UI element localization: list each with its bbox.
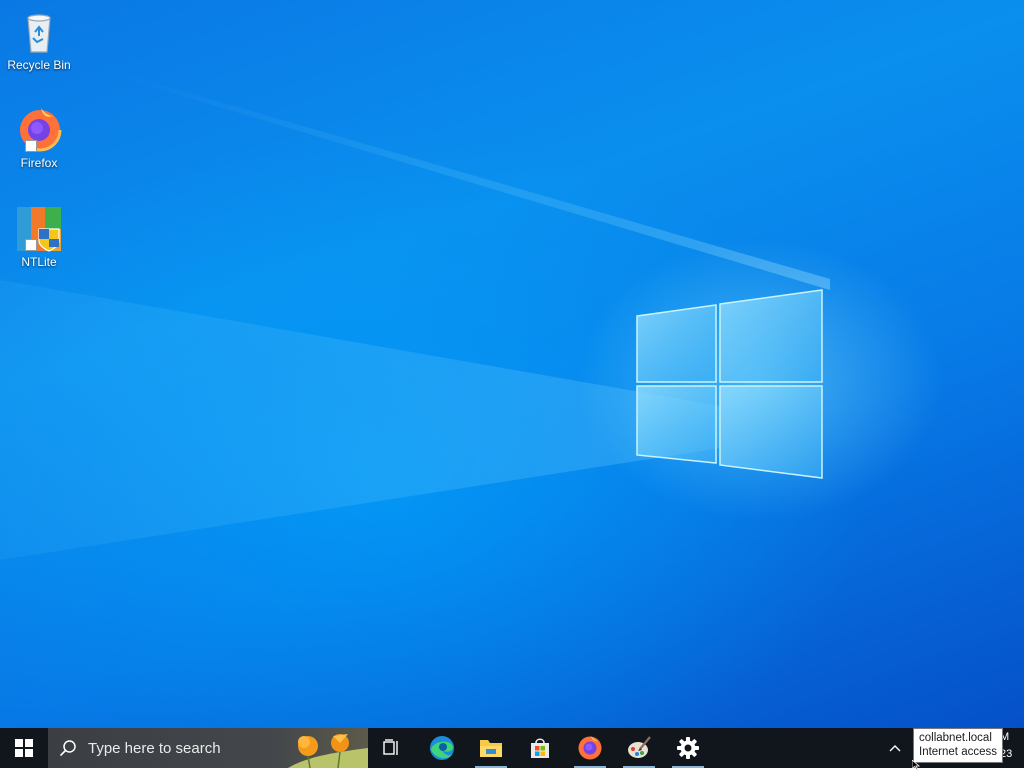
file-explorer-icon bbox=[480, 740, 502, 757]
start-button[interactable] bbox=[0, 728, 48, 768]
chevron-up-icon bbox=[889, 745, 901, 752]
taskbar-settings[interactable] bbox=[664, 728, 712, 768]
recycle-bin-icon bbox=[15, 8, 63, 56]
taskbar: Type here to search M 23 bbox=[0, 728, 1024, 768]
taskbar-paint[interactable] bbox=[615, 728, 663, 768]
task-view-button[interactable] bbox=[368, 728, 416, 768]
tooltip-line: collabnet.local bbox=[919, 732, 992, 744]
network-tooltip: collabnet.local Internet access bbox=[913, 728, 1003, 763]
poppy-flowers-icon bbox=[288, 734, 368, 768]
taskbar-file-explorer[interactable] bbox=[467, 728, 515, 768]
desktop-icon-label: Firefox bbox=[20, 156, 58, 170]
desktop-icon-label: NTLite bbox=[21, 255, 57, 269]
desktop[interactable]: Recycle Bin Firefox NTLite bbox=[0, 0, 1024, 728]
gear-icon bbox=[677, 737, 699, 759]
show-hidden-icons-button[interactable] bbox=[882, 728, 908, 768]
tooltip-line: Internet access bbox=[919, 746, 997, 758]
light-beam bbox=[0, 280, 720, 560]
windows-start-icon bbox=[15, 739, 33, 757]
taskbar-edge[interactable] bbox=[418, 728, 466, 768]
edge-icon bbox=[430, 736, 454, 760]
shortcut-arrow-icon bbox=[25, 140, 37, 152]
desktop-icon-ntlite[interactable]: NTLite bbox=[3, 205, 75, 269]
store-icon bbox=[531, 738, 549, 758]
desktop-icon-label: Recycle Bin bbox=[7, 58, 71, 72]
firefox-icon bbox=[578, 736, 602, 760]
ntlite-icon bbox=[15, 205, 63, 253]
shortcut-arrow-icon bbox=[25, 239, 37, 251]
desktop-icon-firefox[interactable]: Firefox bbox=[3, 106, 75, 170]
firefox-icon bbox=[15, 106, 63, 154]
paint-icon bbox=[628, 736, 651, 758]
windows-logo bbox=[636, 289, 823, 479]
mouse-cursor-icon bbox=[912, 760, 921, 770]
taskbar-firefox[interactable] bbox=[566, 728, 614, 768]
search-icon bbox=[48, 728, 88, 768]
desktop-icon-recycle-bin[interactable]: Recycle Bin bbox=[3, 8, 75, 72]
light-beam bbox=[110, 70, 830, 290]
task-view-icon bbox=[383, 739, 398, 755]
search-placeholder: Type here to search bbox=[88, 739, 221, 757]
taskbar-store[interactable] bbox=[516, 728, 564, 768]
search-input[interactable]: Type here to search bbox=[48, 728, 368, 768]
